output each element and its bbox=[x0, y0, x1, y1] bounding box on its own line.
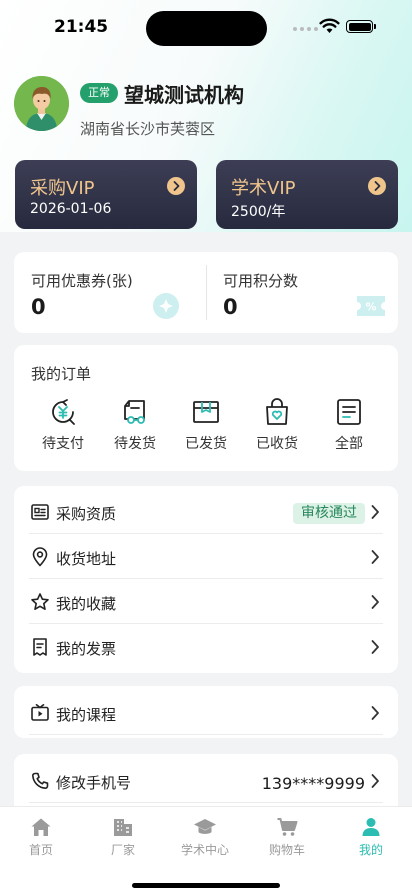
chevron-right-icon bbox=[371, 595, 379, 609]
tab-mine-label: 我的 bbox=[358, 843, 383, 857]
signal-icon bbox=[293, 27, 318, 31]
score-value: 0 bbox=[223, 295, 238, 319]
score-section[interactable]: 可用积分数 0 % bbox=[206, 252, 398, 333]
org-name: 望城测试机构 bbox=[124, 83, 244, 107]
tab-academic-center-label: 学术中心 bbox=[180, 843, 229, 857]
shipped-icon bbox=[193, 401, 219, 423]
order-pending-shipment-label: 待发货 bbox=[114, 436, 156, 452]
chevron-right-icon bbox=[371, 505, 379, 519]
avatar[interactable] bbox=[14, 76, 69, 131]
tab-cart-label: 购物车 bbox=[268, 843, 305, 857]
avatar-person-icon bbox=[14, 76, 69, 131]
wifi-icon bbox=[319, 18, 340, 33]
menu-label-courses: 我的课程 bbox=[56, 706, 117, 724]
status-bar: 21:45 bbox=[0, 0, 412, 56]
coupon-icon bbox=[153, 293, 179, 319]
academic-vip-card[interactable]: 学术VIP 2500/年 bbox=[216, 160, 398, 229]
profile-header: 正常 望城测试机构 湖南省长沙市芙蓉区 bbox=[14, 76, 398, 146]
tab-manufacturers[interactable]: 厂家 bbox=[82, 817, 164, 867]
order-pending-shipment[interactable]: 待发货 bbox=[105, 397, 165, 457]
chevron-right-icon bbox=[371, 774, 379, 788]
approval-status-badge: 审核通过 bbox=[293, 503, 365, 524]
order-all[interactable]: 全部 bbox=[319, 397, 379, 457]
chevron-right-icon bbox=[371, 550, 379, 564]
order-pending-payment-label: 待支付 bbox=[42, 436, 84, 452]
order-shipped[interactable]: 已发货 bbox=[176, 397, 236, 457]
order-received-label: 已收货 bbox=[256, 436, 298, 452]
courses-card: 我的课程 bbox=[14, 686, 398, 738]
menu-row-favorites[interactable]: 我的收藏 bbox=[14, 579, 398, 624]
certificate-icon bbox=[31, 504, 49, 520]
menu-row-phone[interactable]: 修改手机号 139****9999 bbox=[14, 758, 398, 803]
purchase-vip-card[interactable]: 采购VIP 2026-01-06 bbox=[15, 160, 197, 229]
chevron-right-icon bbox=[371, 640, 379, 654]
academic-vip-title: 学术VIP bbox=[231, 178, 296, 199]
orders-card: 我的订单 待支付 待发货 已发货 已收货 全部 bbox=[14, 345, 398, 471]
menu-label-phone: 修改手机号 bbox=[56, 774, 132, 792]
tab-manufacturers-label: 厂家 bbox=[110, 843, 135, 857]
ticket-icon: % bbox=[357, 296, 385, 316]
menu-row-address[interactable]: 收货地址 bbox=[14, 534, 398, 579]
battery-icon bbox=[346, 20, 376, 33]
menu-label-invoice: 我的发票 bbox=[56, 640, 117, 658]
status-time: 21:45 bbox=[54, 17, 109, 37]
menu-label-address: 收货地址 bbox=[56, 550, 117, 568]
row-divider bbox=[29, 802, 383, 803]
coupons-label: 可用优惠券(张) bbox=[31, 272, 133, 290]
menu-row-invoice[interactable]: 我的发票 bbox=[14, 624, 398, 669]
home-icon bbox=[31, 818, 51, 836]
star-icon bbox=[31, 593, 49, 610]
order-all-label: 全部 bbox=[335, 436, 363, 452]
phone-icon bbox=[31, 772, 49, 789]
received-icon bbox=[266, 398, 288, 425]
all-orders-icon bbox=[337, 399, 361, 425]
settings-card: 修改手机号 139****9999 bbox=[14, 754, 398, 814]
menu-label-qualification: 采购资质 bbox=[56, 505, 117, 523]
dynamic-island bbox=[146, 11, 267, 46]
person-icon bbox=[362, 818, 380, 836]
org-location: 湖南省长沙市芙蓉区 bbox=[80, 120, 216, 138]
account-menu-card: 采购资质 审核通过 收货地址 我的收藏 我的发票 bbox=[14, 486, 398, 673]
purchase-vip-title: 采购VIP bbox=[30, 178, 95, 199]
tab-home-label: 首页 bbox=[28, 843, 53, 857]
location-pin-icon bbox=[32, 547, 48, 567]
video-icon bbox=[31, 704, 49, 721]
home-indicator bbox=[132, 883, 280, 888]
row-divider bbox=[29, 734, 383, 735]
invoice-icon bbox=[33, 638, 47, 656]
building-icon bbox=[114, 819, 132, 836]
svg-text:%: % bbox=[365, 301, 376, 314]
menu-row-courses[interactable]: 我的课程 bbox=[14, 690, 398, 735]
tab-home[interactable]: 首页 bbox=[0, 817, 82, 867]
order-shipped-label: 已发货 bbox=[185, 436, 227, 452]
purchase-vip-expiry: 2026-01-06 bbox=[30, 201, 112, 217]
tab-mine[interactable]: 我的 bbox=[330, 817, 412, 867]
orders-title: 我的订单 bbox=[31, 365, 92, 383]
pending-payment-icon bbox=[52, 399, 75, 425]
tab-academic-center[interactable]: 学术中心 bbox=[164, 817, 246, 867]
menu-label-favorites: 我的收藏 bbox=[56, 595, 117, 613]
phone-number-value: 139****9999 bbox=[261, 774, 365, 793]
coupons-section[interactable]: 可用优惠券(张) 0 bbox=[14, 252, 206, 333]
chevron-right-icon bbox=[368, 177, 386, 195]
academic-vip-price: 2500/年 bbox=[231, 204, 286, 220]
chevron-right-icon bbox=[371, 706, 379, 720]
graduation-cap-icon bbox=[194, 819, 216, 834]
points-card: 可用优惠券(张) 0 可用积分数 0 % bbox=[14, 252, 398, 333]
order-received[interactable]: 已收货 bbox=[247, 397, 307, 457]
pending-shipment-icon bbox=[124, 400, 145, 424]
chevron-right-icon bbox=[167, 177, 185, 195]
tab-cart[interactable]: 购物车 bbox=[246, 817, 328, 867]
status-badge: 正常 bbox=[80, 83, 118, 103]
order-pending-payment[interactable]: 待支付 bbox=[33, 397, 93, 457]
menu-row-qualification[interactable]: 采购资质 审核通过 bbox=[14, 489, 398, 534]
score-label: 可用积分数 bbox=[223, 272, 299, 290]
cart-icon bbox=[277, 818, 298, 836]
coupons-value: 0 bbox=[31, 295, 46, 319]
